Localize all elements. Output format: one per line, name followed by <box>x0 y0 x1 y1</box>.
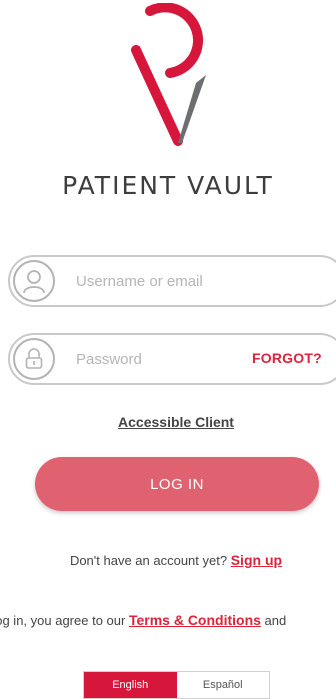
terms-suffix: and <box>264 613 287 628</box>
signup-prompt: Don't have an account yet? Sign up <box>0 552 336 568</box>
patient-vault-logo <box>131 3 206 146</box>
brand-name: PATIENT VAULT <box>62 171 274 200</box>
terms-notice: Log in, you agree to our Terms & Conditi… <box>0 612 336 628</box>
signup-link[interactable]: Sign up <box>231 552 282 568</box>
terms-link[interactable]: Terms & Conditions <box>129 612 261 628</box>
user-icon <box>13 260 55 302</box>
signup-prompt-text: Don't have an account yet? <box>69 553 228 568</box>
terms-prefix: Log in, you agree to our <box>0 613 126 628</box>
password-field-container[interactable]: FORGOT? <box>8 333 336 385</box>
language-option-espanol[interactable]: Español <box>176 672 269 698</box>
language-option-english[interactable]: English <box>84 672 177 698</box>
username-input[interactable] <box>76 270 256 292</box>
username-field-container[interactable] <box>8 255 336 307</box>
accessible-client-link[interactable]: Accessible Client <box>0 414 336 430</box>
password-input[interactable] <box>76 348 256 370</box>
login-button[interactable]: LOG IN <box>35 457 319 511</box>
language-switch: English Español <box>83 671 270 699</box>
lock-icon <box>13 338 55 380</box>
forgot-password-link[interactable]: FORGOT? <box>252 350 322 366</box>
